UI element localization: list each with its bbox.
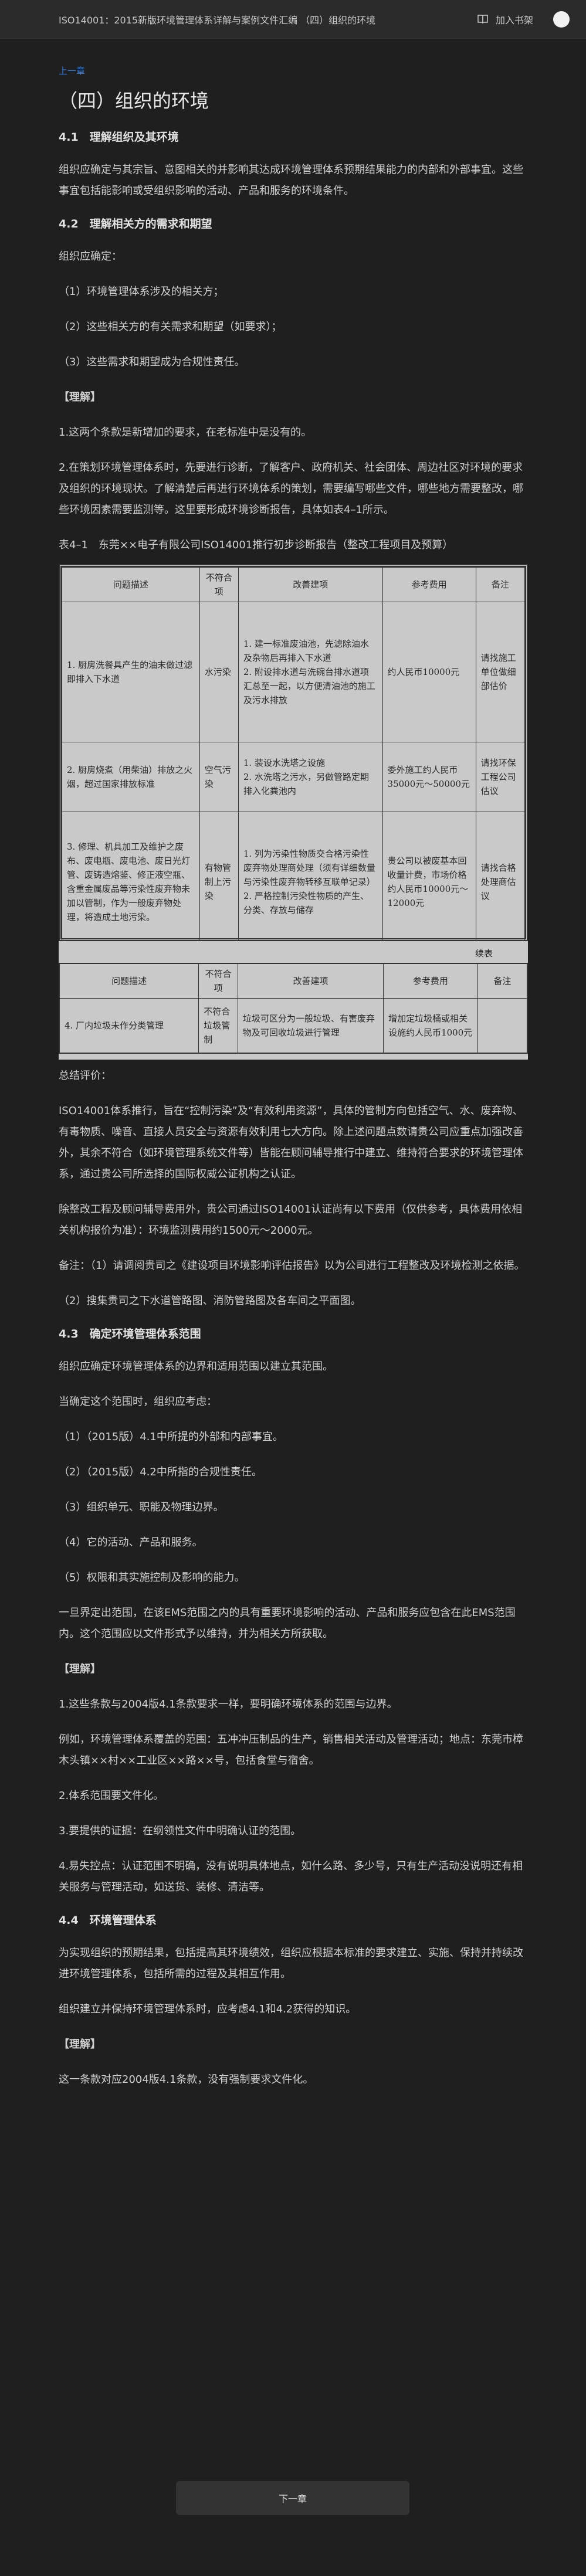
section-heading: 4.3 确定环境管理体系范围 [59, 1328, 201, 1340]
add-bookshelf-label: 加入书架 [495, 14, 533, 26]
paragraph: 4.易失控点：认证范围不明确，没有说明具体地点，如什么路、多少号，只有生产活动没… [59, 1860, 523, 1893]
paragraph: 当确定这个范围时，组织应考虑： [59, 1396, 217, 1408]
paragraph: 这一条款对应2004版4.1条款，没有强制要求文件化。 [59, 2073, 314, 2086]
table-cell: 委外施工约人民币35000元～50000元 [382, 742, 476, 812]
list-item: （3）这些需求和期望成为合规性责任。 [59, 356, 245, 368]
table-cell: 3. 修理、机具加工及维护之废布、废电瓶、废电池、废日光灯管、废铸造熔鉴、修正液… [62, 812, 200, 952]
prev-chapter-link[interactable]: 上一章 [59, 65, 528, 76]
understand-label: 【理解】 [59, 391, 101, 403]
paragraph: 2.体系范围要文件化。 [59, 1790, 164, 1802]
section-heading: 4.4 环境管理体系 [59, 1914, 157, 1927]
paragraph: 组织应确定： [59, 250, 122, 263]
diagnosis-table-continued: 问题描述 不符合项 改善建项 参考费用 备注 4. 厂内垃圾未作分类管理 不符合… [59, 963, 528, 1054]
table-cell: 贵公司以被废基本回收量计费，市场价格约人民币10000元～12000元 [382, 812, 476, 952]
table-cell: 2. 厨房烧煮（用柴油）排放之火烟，超过国家排放标准 [62, 742, 200, 812]
table-header: 不符合项 [198, 963, 238, 999]
table-cell: 请找施工单位做细部估价 [475, 602, 526, 742]
table-cell: 1. 列为污染性物质交合格污染性废弃物处理商处理（须有详细数量与污染性废弃物转移… [238, 812, 383, 952]
table-row: 1. 厨房洗餐具产生的油末做过滤即排入下水道 水污染 1. 建一标准废油池，先滤… [62, 602, 526, 742]
table-cell: 有物管制上污染 [199, 812, 239, 952]
list-item: （1）环境管理体系涉及的相关方； [59, 286, 224, 298]
paragraph: 组织建立并保持环境管理体系时，应考虑4.1和4.2获得的知识。 [59, 2003, 357, 2015]
table-cell: 4. 厂内垃圾未作分类管理 [59, 998, 199, 1054]
add-bookshelf-button[interactable]: 加入书架 [477, 12, 533, 26]
table-header: 不符合项 [199, 567, 239, 602]
table-row: 3. 修理、机具加工及维护之废布、废电瓶、废电池、废日光灯管、废铸造熔鉴、修正液… [62, 812, 526, 952]
section-heading: 4.2 理解相关方的需求和期望 [59, 218, 212, 230]
table-cell: 垃圾可区分为一般垃圾、有害废弃物及可回收垃圾进行管理 [237, 998, 384, 1054]
paragraph: 1.这两个条款是新增加的要求，在老标准中是没有的。 [59, 426, 312, 439]
list-item: （4）它的活动、产品和服务。 [59, 1536, 203, 1549]
table-row: 4. 厂内垃圾未作分类管理 不符合垃圾管制 垃圾可区分为一般垃圾、有害废弃物及可… [59, 998, 528, 1054]
table-header: 参考费用 [382, 567, 476, 602]
avatar[interactable] [553, 11, 570, 28]
table-cell: 水污染 [199, 602, 239, 742]
top-bar: ISO14001：2015新版环境管理体系详解与案例文件汇编 （四）组织的环境 … [0, 0, 586, 39]
understand-label: 【理解】 [59, 1663, 101, 1675]
table-header: 问题描述 [59, 963, 199, 999]
paragraph: 一旦界定出范围，在该EMS范围之内的具有重要环境影响的活动、产品和服务应包含在此… [59, 1607, 516, 1640]
paragraph: 为实现组织的预期结果，包括提高其环境绩效，组织应根据本标准的要求建立、实施、保持… [59, 1947, 523, 1980]
table-cell: 约人民币10000元 [382, 602, 476, 742]
header-title: ISO14001：2015新版环境管理体系详解与案例文件汇编 （四）组织的环境 [59, 14, 376, 26]
book-icon [477, 14, 488, 23]
understand-label: 【理解】 [59, 2038, 101, 2051]
table-header: 备注 [477, 963, 528, 999]
table-cell: 1. 装设水洗塔之设施 2. 水洗塔之污水，另做管路定期排入化粪池内 [238, 742, 383, 812]
table-cell: 1. 厨房洗餐具产生的油末做过滤即排入下水道 [62, 602, 200, 742]
table-cell: 请找环保工程公司估议 [475, 742, 526, 812]
table-header: 改善建项 [237, 963, 384, 999]
article: 上一章 （四）组织的环境 4.1 理解组织及其环境 组织应确定与其宗旨、意图相关… [59, 39, 528, 2090]
table-caption: 表4–1 东莞××电子有限公司ISO14001推行初步诊断报告（整改工程项目及预… [59, 539, 453, 551]
scanned-table-image-continued: 续表 问题描述 不符合项 改善建项 参考费用 备注 4. 厂内垃圾未作分类管理 … [59, 941, 528, 1060]
table-row: 2. 厨房烧煮（用柴油）排放之火烟，超过国家排放标准 空气污染 1. 装设水洗塔… [62, 742, 526, 812]
paragraph: 除整改工程及顾问辅导费用外，贵公司通过ISO14001认证尚有以下费用（仅供参考… [59, 1203, 523, 1237]
paragraph: 组织应确定与其宗旨、意图相关的并影响其达成环境管理体系预期结果能力的内部和外部事… [59, 164, 523, 197]
continued-label: 续表 [475, 948, 493, 959]
table-cell: 1. 建一标准废油池，先滤除油水及杂物后再排入下水道 2. 附设排水道与洗碗台排… [238, 602, 383, 742]
table-cell: 不符合垃圾管制 [198, 998, 238, 1054]
table-cell [477, 998, 528, 1054]
table-cell: 空气污染 [199, 742, 239, 812]
paragraph: ISO14001体系推行，旨在“控制污染”及“有效利用资源”，具体的管制方向包括… [59, 1105, 523, 1180]
paragraph: 组织应确定环境管理体系的边界和适用范围以建立其范围。 [59, 1360, 333, 1373]
paragraph: （2）搜集贵司之下水道管路图、消防管路图及各车间之平面图。 [59, 1295, 361, 1307]
table-header: 改善建项 [238, 567, 383, 602]
table-header: 备注 [475, 567, 526, 602]
paragraph: 例如，环境管理体系覆盖的范围：五冲冲压制品的生产，销售相关活动及管理活动；地点：… [59, 1733, 523, 1767]
table-cell: 请找合格处理商估议 [475, 812, 526, 952]
table-cell: 增加定垃圾桶或相关设施约人民币1000元 [383, 998, 478, 1054]
paragraph: 总结评价： [59, 1070, 111, 1082]
list-item: （3）组织单元、职能及物理边界。 [59, 1501, 224, 1513]
list-item: （2）（2015版）4.2中所指的合规性责任。 [59, 1466, 262, 1478]
section-heading: 4.1 理解组织及其环境 [59, 131, 179, 144]
table-header: 问题描述 [62, 567, 200, 602]
paragraph: 备注：（1）请调阅贵司之《建设项目环境影响评估报告》以为公司进行工程整改及环境检… [59, 1260, 525, 1272]
table-header: 参考费用 [383, 963, 478, 999]
next-chapter-button[interactable]: 下一章 [176, 2481, 409, 2515]
list-item: （1）（2015版）4.1中所提的外部和内部事宜。 [59, 1431, 283, 1443]
paragraph: 3.要提供的证据：在纲领性文件中明确认证的范围。 [59, 1825, 302, 1837]
list-item: （2）这些相关方的有关需求和期望（如要求）； [59, 321, 282, 333]
list-item: （5）权限和其实施控制及影响的能力。 [59, 1572, 245, 1584]
paragraph: 1.这些条款与2004版4.1条款要求一样，要明确环境体系的范围与边界。 [59, 1698, 398, 1710]
page-title: （四）组织的环境 [59, 90, 209, 112]
scanned-table-image: 问题描述 不符合项 改善建项 参考费用 备注 1. 厨房洗餐具产生的油末做过滤即… [59, 564, 528, 952]
paragraph: 2.在策划环境管理体系时，先要进行诊断，了解客户、政府机关、社会团体、周边社区对… [59, 461, 523, 516]
diagnosis-table: 问题描述 不符合项 改善建项 参考费用 备注 1. 厨房洗餐具产生的油末做过滤即… [62, 567, 526, 952]
